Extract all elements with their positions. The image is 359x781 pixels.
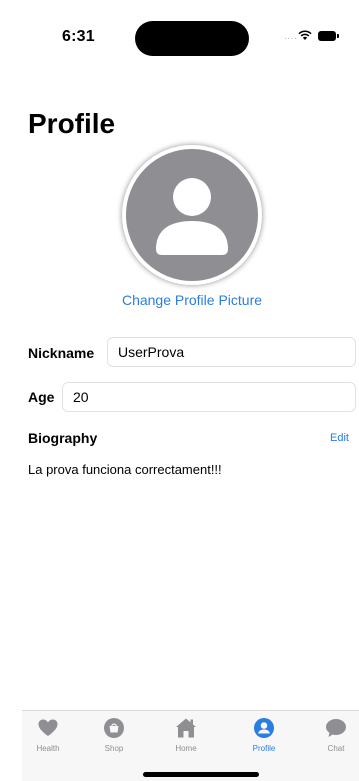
tab-bar: Health Shop Home Profile Chat xyxy=(22,710,359,781)
avatar[interactable] xyxy=(122,145,262,285)
edit-biography-button[interactable]: Edit xyxy=(330,432,349,444)
house-icon xyxy=(176,718,196,738)
wifi-icon xyxy=(298,30,312,40)
nickname-field[interactable]: UserProva xyxy=(107,337,356,367)
tab-health-label: Health xyxy=(36,744,60,753)
shopping-bag-icon xyxy=(104,718,124,738)
person-placeholder-icon xyxy=(156,178,228,255)
tab-shop-label: Shop xyxy=(104,744,124,753)
tab-home-label: Home xyxy=(175,744,197,753)
status-bar: 6:31 .... xyxy=(0,0,359,70)
tab-chat[interactable]: Chat xyxy=(310,717,359,753)
tab-chat-label: Chat xyxy=(327,744,345,753)
page-title: Profile xyxy=(28,108,116,139)
change-profile-picture-button[interactable]: Change Profile Picture xyxy=(0,292,359,308)
cellular-signal-icon: .... xyxy=(284,31,298,42)
age-field[interactable]: 20 xyxy=(62,382,356,412)
home-indicator xyxy=(143,772,259,777)
battery-icon xyxy=(318,31,339,41)
tab-health[interactable]: Health xyxy=(22,717,74,753)
tab-home[interactable]: Home xyxy=(160,717,212,753)
person-circle-icon xyxy=(254,718,274,738)
age-label: Age xyxy=(28,389,55,405)
chat-bubble-icon xyxy=(326,719,346,737)
tab-shop[interactable]: Shop xyxy=(88,717,140,753)
tab-profile[interactable]: Profile xyxy=(238,717,290,753)
dynamic-island xyxy=(135,21,249,56)
biography-label: Biography xyxy=(28,430,98,446)
status-time: 6:31 xyxy=(62,28,95,45)
biography-text: La prova funciona correctament!!! xyxy=(28,462,222,477)
heart-icon xyxy=(38,719,58,736)
tab-profile-label: Profile xyxy=(252,744,276,753)
nickname-label: Nickname xyxy=(28,345,95,361)
